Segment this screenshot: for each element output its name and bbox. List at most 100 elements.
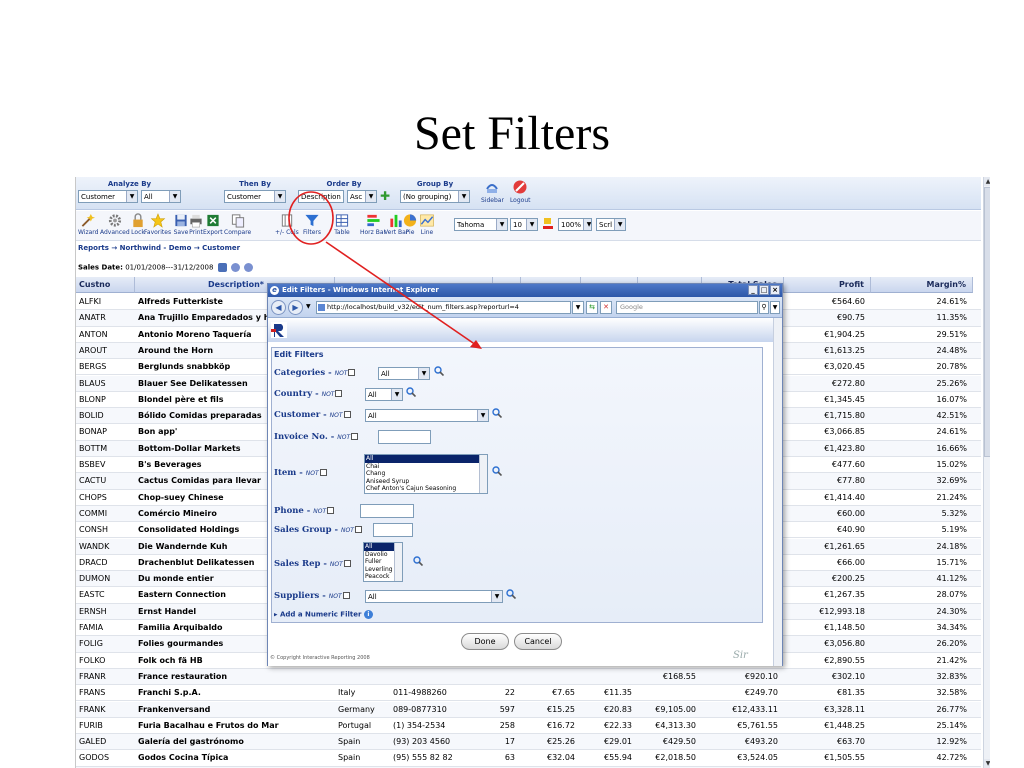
sales-group-not-checkbox[interactable]	[354, 526, 362, 533]
add-numeric-filter-link[interactable]: ▸ Add a Numeric Filter i	[274, 610, 373, 619]
stop-icon[interactable]: ✕	[600, 301, 612, 314]
sales-rep-list[interactable]: All Davolio Fuller Leverling Peacock	[363, 542, 403, 582]
search-icon[interactable]	[506, 589, 516, 599]
line-button[interactable]: Line	[419, 213, 435, 236]
table-row[interactable]: FURIB Furia Bacalhau e Frutos do Mar Portu…	[76, 718, 981, 735]
categories-not-checkbox[interactable]	[348, 369, 356, 376]
search-icon[interactable]	[492, 466, 502, 476]
customer-not-checkbox[interactable]	[343, 411, 351, 418]
column-header[interactable]: Profit	[784, 277, 871, 293]
calendar-icon[interactable]	[217, 263, 227, 272]
table-row[interactable]: FRANK Frankenversand Germany 089-0877310 597…	[76, 701, 981, 718]
analyze-by-sub-select[interactable]: All ▼	[141, 190, 181, 203]
list-option[interactable]: Chai	[365, 463, 487, 471]
next-period-icon[interactable]	[244, 263, 254, 272]
customer-select[interactable]: All ▼	[365, 409, 489, 422]
phone-not-checkbox[interactable]	[327, 507, 335, 514]
table-cell: 21.42%	[936, 655, 967, 665]
list-scrollbar[interactable]	[479, 455, 487, 493]
table-label: Table	[334, 229, 350, 236]
compare-button[interactable]: Compare	[224, 213, 251, 236]
close-icon[interactable]: ×	[770, 285, 780, 295]
dropdown-arrow-icon: ▼	[496, 219, 507, 230]
advanced-button[interactable]: Advanced	[100, 213, 130, 236]
zoom-select[interactable]: 100% ▼	[558, 218, 592, 231]
columns-button[interactable]: +/- Cols	[275, 213, 299, 236]
column-header[interactable]: Margin%	[871, 277, 973, 293]
table-row[interactable]: GALED Galería del gastrónomo Spain (93) 203…	[76, 734, 981, 751]
list-option[interactable]: All	[365, 455, 487, 463]
column-header[interactable]: Custno	[76, 277, 135, 293]
search-input[interactable]: Google	[616, 301, 758, 314]
back-arrow-icon[interactable]: ◀	[271, 300, 286, 315]
done-button[interactable]: Done	[461, 633, 509, 650]
wizard-button[interactable]: Wizard	[78, 213, 98, 236]
copyright-text: © Copyright Interactive Reporting 2008	[270, 655, 370, 661]
order-direction-select[interactable]: Asc ▼	[347, 190, 377, 203]
search-icon[interactable]	[434, 366, 444, 376]
country-not-checkbox[interactable]	[335, 390, 343, 397]
font-name-select[interactable]: Tahoma ▼	[454, 218, 508, 231]
print-button[interactable]: Print	[188, 213, 204, 236]
history-dropdown-icon[interactable]: ▼	[306, 303, 311, 310]
minimize-icon[interactable]: _	[748, 285, 758, 295]
list-scrollbar[interactable]	[394, 543, 402, 581]
color-picker-icon[interactable]	[542, 216, 554, 232]
table-row[interactable]: FRANR France restauration €168.55 €920.10 €3…	[76, 668, 981, 686]
cancel-button[interactable]: Cancel	[514, 633, 562, 650]
add-order-icon[interactable]: ✚	[380, 190, 390, 203]
table-row[interactable]: FRANS Franchi S.p.A. Italy 011-4988260 22 €7.…	[76, 685, 981, 702]
list-option[interactable]: Chang	[365, 470, 487, 478]
table-row[interactable]: GODOS Godos Cocina Típica Spain (95) 555 82…	[76, 750, 981, 767]
sidebar-button[interactable]: Sidebar	[481, 179, 504, 204]
font-size-select[interactable]: 10 ▼	[510, 218, 538, 231]
table-view-button[interactable]: Table	[334, 213, 350, 236]
pie-button[interactable]: Pie	[402, 213, 418, 236]
logout-button[interactable]: Logout	[510, 179, 530, 204]
sales-rep-not-checkbox[interactable]	[343, 560, 351, 567]
group-by-select[interactable]: (No grouping) ▼	[400, 190, 470, 203]
list-option[interactable]: Chef Anton's Cajun Seasoning	[365, 485, 487, 493]
refresh-icon[interactable]: ⇆	[586, 301, 598, 314]
scrollbar-thumb[interactable]	[984, 187, 990, 457]
suppliers-not-checkbox[interactable]	[342, 592, 350, 599]
then-by-select[interactable]: Customer ▼	[224, 190, 286, 203]
analyze-by-select[interactable]: Customer ▼	[78, 190, 138, 203]
invoice-not-checkbox[interactable]	[351, 433, 359, 440]
favorites-button[interactable]: Favorites	[144, 213, 171, 236]
export-button[interactable]: Export	[203, 213, 223, 236]
categories-select[interactable]: All ▼	[378, 367, 430, 380]
order-by-select[interactable]: Description▼	[298, 190, 344, 203]
scroll-select[interactable]: Scrl ▼	[596, 218, 626, 231]
save-button[interactable]: Save	[173, 213, 189, 236]
item-list[interactable]: All Chai Chang Aniseed Syrup Chef Anton's Ca…	[364, 454, 488, 494]
item-not-checkbox[interactable]	[319, 469, 327, 476]
vertical-scrollbar[interactable]: ▲ ▼	[983, 177, 990, 768]
phone-input[interactable]	[360, 504, 414, 518]
search-icon[interactable]	[492, 408, 502, 418]
horz-bar-button[interactable]: Horz Bar	[360, 213, 386, 236]
window-titlebar[interactable]: e Edit Filters - Windows Internet Explor…	[268, 284, 782, 297]
breadcrumb[interactable]: Reports → Northwind - Demo → Customer	[78, 244, 240, 252]
address-dropdown-icon[interactable]: ▼	[572, 301, 584, 314]
suppliers-select[interactable]: All ▼	[365, 590, 503, 603]
address-input[interactable]: http://localhost/build_v32/edit_num_filt…	[316, 301, 571, 314]
info-icon[interactable]: i	[363, 610, 373, 619]
search-icon[interactable]	[406, 387, 416, 397]
maximize-icon[interactable]: □	[759, 285, 769, 295]
dialog-scrollbar[interactable]	[773, 318, 782, 666]
scroll-up-icon[interactable]: ▲	[984, 177, 990, 186]
list-option[interactable]: Aniseed Syrup	[365, 478, 487, 486]
forward-arrow-icon[interactable]: ▶	[288, 300, 303, 315]
invoice-input[interactable]	[378, 430, 431, 444]
scroll-down-icon[interactable]: ▼	[984, 759, 990, 768]
previous-period-icon[interactable]	[230, 263, 240, 272]
search-icon[interactable]	[413, 556, 423, 566]
sales-group-input[interactable]	[373, 523, 413, 537]
country-select[interactable]: All ▼	[365, 388, 403, 401]
search-options-icon[interactable]: ▼	[770, 301, 780, 314]
search-icon[interactable]: ⚲	[759, 301, 769, 314]
table-cell: FRANK	[79, 704, 106, 714]
filters-button[interactable]: Filters	[303, 213, 321, 236]
table-cell: AROUT	[79, 345, 108, 355]
